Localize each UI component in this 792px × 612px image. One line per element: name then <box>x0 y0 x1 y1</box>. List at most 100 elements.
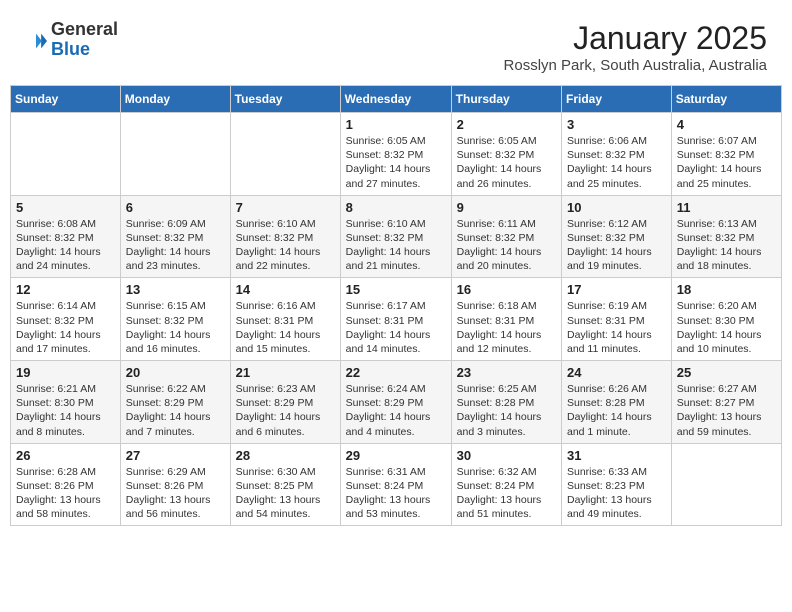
calendar-table: SundayMondayTuesdayWednesdayThursdayFrid… <box>10 85 782 526</box>
day-info: Sunrise: 6:18 AM Sunset: 8:31 PM Dayligh… <box>457 299 556 356</box>
calendar-cell: 13 Sunrise: 6:15 AM Sunset: 8:32 PM Dayli… <box>120 278 230 361</box>
day-info: Sunrise: 6:07 AM Sunset: 8:32 PM Dayligh… <box>677 134 776 191</box>
logo-text: General Blue <box>51 20 118 60</box>
day-info: Sunrise: 6:31 AM Sunset: 8:24 PM Dayligh… <box>346 465 446 522</box>
day-number: 23 <box>457 365 556 380</box>
day-info: Sunrise: 6:33 AM Sunset: 8:23 PM Dayligh… <box>567 465 666 522</box>
day-info: Sunrise: 6:23 AM Sunset: 8:29 PM Dayligh… <box>236 382 335 439</box>
day-number: 22 <box>346 365 446 380</box>
day-number: 16 <box>457 282 556 297</box>
calendar-cell: 20 Sunrise: 6:22 AM Sunset: 8:29 PM Dayli… <box>120 361 230 444</box>
day-info: Sunrise: 6:11 AM Sunset: 8:32 PM Dayligh… <box>457 217 556 274</box>
day-info: Sunrise: 6:21 AM Sunset: 8:30 PM Dayligh… <box>16 382 115 439</box>
day-number: 8 <box>346 200 446 215</box>
day-number: 7 <box>236 200 335 215</box>
calendar-week-3: 12Sunrise: 6:14 AM Sunset: 8:32 PM Dayli… <box>11 278 782 361</box>
calendar-cell: 6 Sunrise: 6:09 AM Sunset: 8:32 PM Daylig… <box>120 195 230 278</box>
calendar-cell: 1Sunrise: 6:05 AM Sunset: 8:32 PM Daylig… <box>340 113 451 196</box>
day-info: Sunrise: 6:06 AM Sunset: 8:32 PM Dayligh… <box>567 134 666 191</box>
calendar-cell <box>11 113 121 196</box>
day-number: 31 <box>567 448 666 463</box>
day-info: Sunrise: 6:16 AM Sunset: 8:31 PM Dayligh… <box>236 299 335 356</box>
day-info: Sunrise: 6:12 AM Sunset: 8:32 PM Dayligh… <box>567 217 666 274</box>
day-number: 15 <box>346 282 446 297</box>
logo-blue: Blue <box>51 40 118 60</box>
day-number: 2 <box>457 117 556 132</box>
day-number: 9 <box>457 200 556 215</box>
day-number: 25 <box>677 365 776 380</box>
day-info: Sunrise: 6:08 AM Sunset: 8:32 PM Dayligh… <box>16 217 115 274</box>
calendar-header: SundayMondayTuesdayWednesdayThursdayFrid… <box>11 86 782 113</box>
calendar-cell: 25 Sunrise: 6:27 AM Sunset: 8:27 PM Dayli… <box>671 361 781 444</box>
calendar-cell: 22 Sunrise: 6:24 AM Sunset: 8:29 PM Dayli… <box>340 361 451 444</box>
header-day-wednesday: Wednesday <box>340 86 451 113</box>
day-info: Sunrise: 6:17 AM Sunset: 8:31 PM Dayligh… <box>346 299 446 356</box>
calendar-cell: 3 Sunrise: 6:06 AM Sunset: 8:32 PM Daylig… <box>562 113 672 196</box>
title-block: January 2025 Rosslyn Park, South Austral… <box>504 20 767 74</box>
day-number: 5 <box>16 200 115 215</box>
calendar-week-5: 26 Sunrise: 6:28 AM Sunset: 8:26 PM Dayli… <box>11 443 782 526</box>
day-number: 3 <box>567 117 666 132</box>
day-info: Sunrise: 6:20 AM Sunset: 8:30 PM Dayligh… <box>677 299 776 356</box>
calendar-cell: 24Sunrise: 6:26 AM Sunset: 8:28 PM Dayli… <box>562 361 672 444</box>
header-day-sunday: Sunday <box>11 86 121 113</box>
day-number: 21 <box>236 365 335 380</box>
day-number: 26 <box>16 448 115 463</box>
day-info: Sunrise: 6:27 AM Sunset: 8:27 PM Dayligh… <box>677 382 776 439</box>
logo: General Blue <box>25 20 118 60</box>
header-row: SundayMondayTuesdayWednesdayThursdayFrid… <box>11 86 782 113</box>
day-info: Sunrise: 6:13 AM Sunset: 8:32 PM Dayligh… <box>677 217 776 274</box>
calendar-title: January 2025 <box>504 20 767 57</box>
day-info: Sunrise: 6:09 AM Sunset: 8:32 PM Dayligh… <box>126 217 225 274</box>
calendar-cell: 11 Sunrise: 6:13 AM Sunset: 8:32 PM Dayli… <box>671 195 781 278</box>
day-info: Sunrise: 6:14 AM Sunset: 8:32 PM Dayligh… <box>16 299 115 356</box>
calendar-cell: 12Sunrise: 6:14 AM Sunset: 8:32 PM Dayli… <box>11 278 121 361</box>
day-number: 4 <box>677 117 776 132</box>
day-number: 28 <box>236 448 335 463</box>
day-info: Sunrise: 6:28 AM Sunset: 8:26 PM Dayligh… <box>16 465 115 522</box>
day-info: Sunrise: 6:24 AM Sunset: 8:29 PM Dayligh… <box>346 382 446 439</box>
calendar-cell <box>230 113 340 196</box>
calendar-cell: 21 Sunrise: 6:23 AM Sunset: 8:29 PM Dayli… <box>230 361 340 444</box>
calendar-cell: 23 Sunrise: 6:25 AM Sunset: 8:28 PM Dayli… <box>451 361 561 444</box>
calendar-cell: 26 Sunrise: 6:28 AM Sunset: 8:26 PM Dayli… <box>11 443 121 526</box>
day-number: 13 <box>126 282 225 297</box>
day-info: Sunrise: 6:26 AM Sunset: 8:28 PM Dayligh… <box>567 382 666 439</box>
calendar-cell: 18 Sunrise: 6:20 AM Sunset: 8:30 PM Dayli… <box>671 278 781 361</box>
calendar-cell: 2Sunrise: 6:05 AM Sunset: 8:32 PM Daylig… <box>451 113 561 196</box>
day-number: 18 <box>677 282 776 297</box>
calendar-cell: 9 Sunrise: 6:11 AM Sunset: 8:32 PM Daylig… <box>451 195 561 278</box>
day-number: 14 <box>236 282 335 297</box>
calendar-body: 1Sunrise: 6:05 AM Sunset: 8:32 PM Daylig… <box>11 113 782 526</box>
calendar-cell: 8Sunrise: 6:10 AM Sunset: 8:32 PM Daylig… <box>340 195 451 278</box>
calendar-week-1: 1Sunrise: 6:05 AM Sunset: 8:32 PM Daylig… <box>11 113 782 196</box>
day-number: 11 <box>677 200 776 215</box>
calendar-cell: 14 Sunrise: 6:16 AM Sunset: 8:31 PM Dayli… <box>230 278 340 361</box>
calendar-cell: 4 Sunrise: 6:07 AM Sunset: 8:32 PM Daylig… <box>671 113 781 196</box>
header-day-friday: Friday <box>562 86 672 113</box>
day-number: 10 <box>567 200 666 215</box>
calendar-cell: 28Sunrise: 6:30 AM Sunset: 8:25 PM Dayli… <box>230 443 340 526</box>
day-info: Sunrise: 6:22 AM Sunset: 8:29 PM Dayligh… <box>126 382 225 439</box>
day-number: 20 <box>126 365 225 380</box>
calendar-cell: 29Sunrise: 6:31 AM Sunset: 8:24 PM Dayli… <box>340 443 451 526</box>
day-info: Sunrise: 6:15 AM Sunset: 8:32 PM Dayligh… <box>126 299 225 356</box>
day-info: Sunrise: 6:29 AM Sunset: 8:26 PM Dayligh… <box>126 465 225 522</box>
day-info: Sunrise: 6:19 AM Sunset: 8:31 PM Dayligh… <box>567 299 666 356</box>
logo-general: General <box>51 20 118 40</box>
day-number: 1 <box>346 117 446 132</box>
page-header: General Blue January 2025 Rosslyn Park, … <box>10 10 782 79</box>
calendar-cell: 30Sunrise: 6:32 AM Sunset: 8:24 PM Dayli… <box>451 443 561 526</box>
calendar-cell: 16 Sunrise: 6:18 AM Sunset: 8:31 PM Dayli… <box>451 278 561 361</box>
day-info: Sunrise: 6:25 AM Sunset: 8:28 PM Dayligh… <box>457 382 556 439</box>
header-day-thursday: Thursday <box>451 86 561 113</box>
calendar-cell <box>671 443 781 526</box>
day-number: 17 <box>567 282 666 297</box>
header-day-monday: Monday <box>120 86 230 113</box>
calendar-cell: 27 Sunrise: 6:29 AM Sunset: 8:26 PM Dayli… <box>120 443 230 526</box>
calendar-cell: 19Sunrise: 6:21 AM Sunset: 8:30 PM Dayli… <box>11 361 121 444</box>
day-number: 6 <box>126 200 225 215</box>
day-info: Sunrise: 6:32 AM Sunset: 8:24 PM Dayligh… <box>457 465 556 522</box>
day-number: 27 <box>126 448 225 463</box>
calendar-cell: 15 Sunrise: 6:17 AM Sunset: 8:31 PM Dayli… <box>340 278 451 361</box>
